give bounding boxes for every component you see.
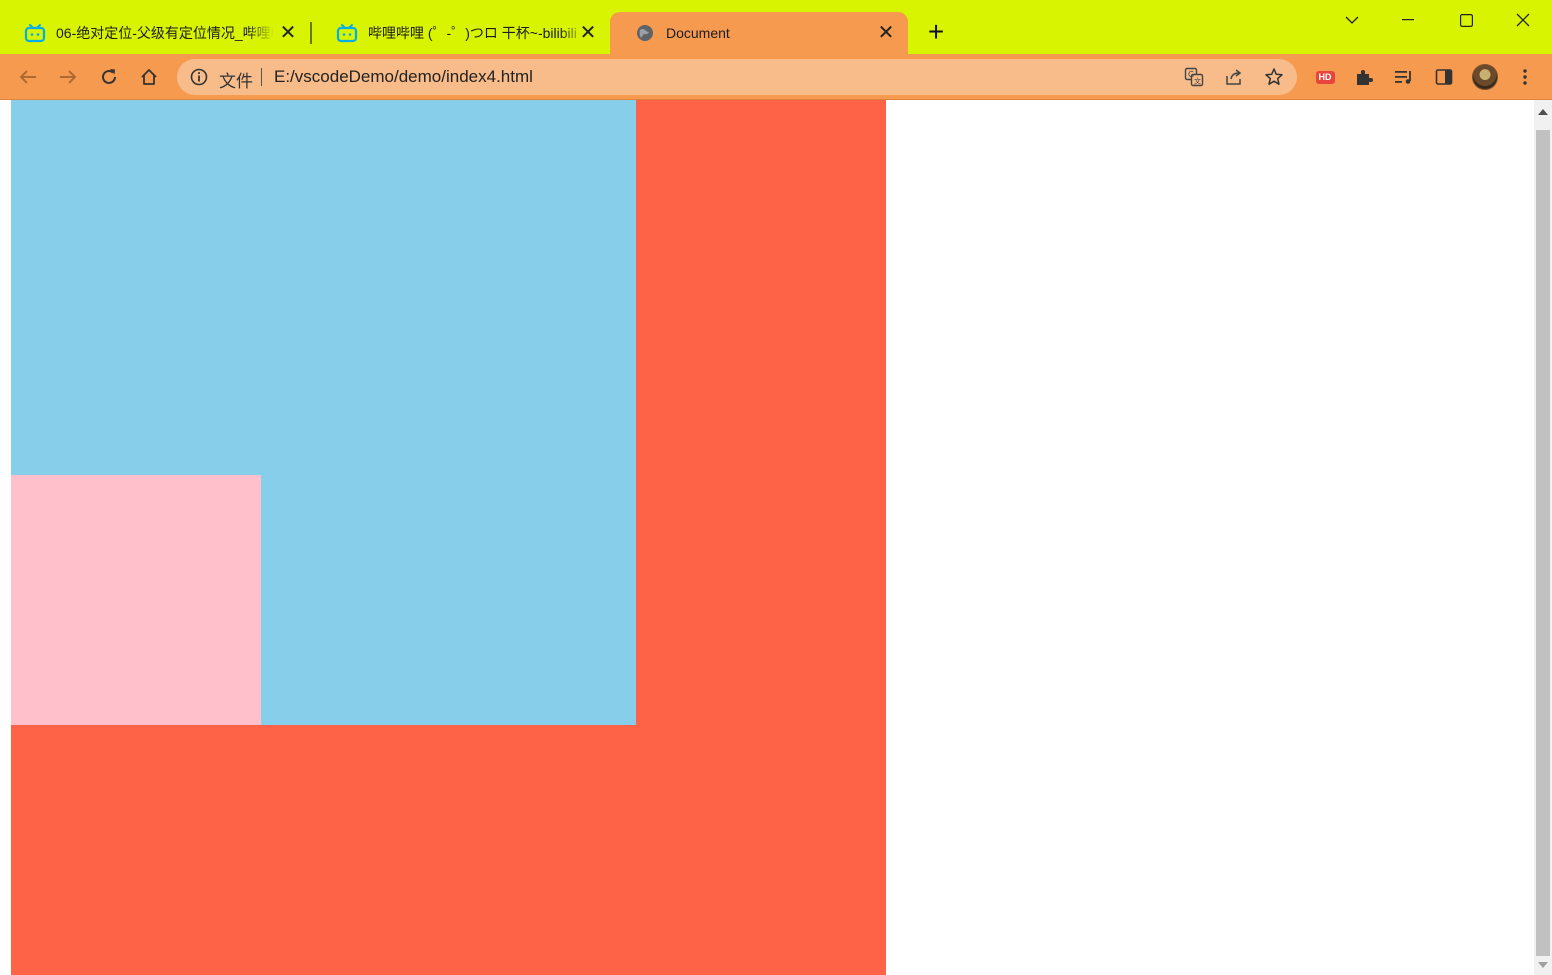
tab-close-icon[interactable]: ✕ — [876, 23, 896, 43]
father-box — [11, 100, 886, 975]
tab-bilibili-video[interactable]: 06-绝对定位-父级有定位情况_哔哩哔哩 ✕ — [0, 12, 310, 54]
reload-icon[interactable] — [95, 63, 123, 91]
home-icon[interactable] — [135, 63, 163, 91]
globe-icon — [634, 23, 656, 43]
hd-badge: HD — [1315, 70, 1335, 84]
tab-close-icon[interactable]: ✕ — [578, 23, 598, 43]
son-box — [11, 100, 636, 725]
info-icon[interactable] — [189, 67, 209, 87]
grandson-box — [11, 475, 261, 725]
tab-title: Document — [666, 25, 730, 41]
share-icon[interactable] — [1224, 67, 1244, 87]
hd-extension-icon[interactable]: HD — [1311, 63, 1339, 91]
toolbar: 文件 E:/vscodeDemo/demo/index4.html G文 HD — [0, 54, 1552, 100]
bilibili-icon — [336, 23, 358, 43]
browser-window: 06-绝对定位-父级有定位情况_哔哩哔哩 ✕ 哔哩哔哩 (゜-゜)つロ 干杯~-… — [0, 0, 1552, 975]
forward-arrow-icon[interactable] — [54, 63, 82, 91]
address-bar[interactable]: 文件 E:/vscodeDemo/demo/index4.html G文 — [177, 59, 1297, 95]
close-icon[interactable] — [1508, 8, 1538, 32]
url-text[interactable]: E:/vscodeDemo/demo/index4.html — [274, 67, 533, 87]
scroll-down-arrow-icon[interactable] — [1538, 961, 1548, 969]
tab-strip: 06-绝对定位-父级有定位情况_哔哩哔哩 ✕ 哔哩哔哩 (゜-゜)つロ 干杯~-… — [0, 0, 1552, 54]
scroll-thumb[interactable] — [1536, 130, 1550, 956]
vertical-scrollbar[interactable] — [1534, 100, 1552, 975]
chevron-down-icon[interactable] — [1337, 8, 1367, 32]
bookmark-star-icon[interactable] — [1264, 67, 1284, 87]
profile-avatar[interactable] — [1471, 63, 1499, 91]
tab-bilibili-home[interactable]: 哔哩哔哩 (゜-゜)つロ 干杯~-bilibili ✕ — [312, 12, 610, 54]
scroll-up-arrow-icon[interactable] — [1538, 108, 1548, 116]
scheme-label: 文件 — [219, 72, 253, 91]
page-viewport — [0, 100, 1534, 975]
tab-close-icon[interactable]: ✕ — [278, 23, 298, 43]
tab-document[interactable]: Document ✕ — [610, 12, 908, 54]
more-menu-icon[interactable] — [1511, 63, 1539, 91]
omnibox-divider — [261, 68, 262, 86]
minimize-icon[interactable] — [1393, 8, 1423, 32]
back-arrow-icon[interactable] — [14, 63, 42, 91]
svg-text:文: 文 — [1194, 77, 1201, 86]
tab-title: 哔哩哔哩 (゜-゜)つロ 干杯~-bilibili — [368, 25, 577, 41]
tab-title: 06-绝对定位-父级有定位情况_哔哩哔哩 — [56, 25, 274, 41]
avatar — [1472, 64, 1498, 90]
extensions-puzzle-icon[interactable] — [1350, 63, 1378, 91]
maximize-icon[interactable] — [1451, 8, 1481, 32]
media-queue-icon[interactable] — [1390, 63, 1418, 91]
new-tab-button[interactable]: + — [922, 18, 950, 47]
side-panel-icon[interactable] — [1430, 63, 1458, 91]
bilibili-icon — [24, 23, 46, 43]
translate-icon[interactable]: G文 — [1184, 67, 1204, 87]
